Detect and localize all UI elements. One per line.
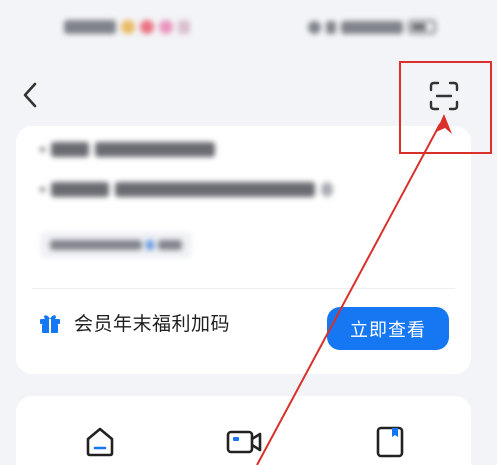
benefit-item: [40, 142, 215, 157]
document-icon: [376, 426, 404, 458]
benefit-item: [40, 182, 333, 197]
back-button[interactable]: [14, 78, 46, 112]
status-bar-indicators: [308, 20, 436, 34]
scan-icon: [429, 81, 459, 111]
status-bar-time: [64, 20, 190, 34]
tool-document[interactable]: [368, 420, 412, 464]
battery-icon: [408, 20, 436, 34]
promo-title: 会员年末福利加码: [74, 313, 231, 335]
promo-row: 会员年末福利加码: [38, 309, 230, 336]
status-bar: [0, 0, 497, 62]
video-camera-icon: [226, 430, 262, 454]
benefit-tag: [40, 232, 192, 258]
gift-icon: [40, 314, 60, 333]
benefits-card: 会员年末福利加码 立即查看: [16, 126, 471, 374]
home-icon: [86, 427, 114, 457]
card-divider: [32, 288, 455, 289]
tools-card: [16, 396, 471, 465]
scan-button[interactable]: [421, 74, 467, 118]
tool-video[interactable]: [222, 420, 266, 464]
tool-home[interactable]: [78, 420, 122, 464]
member-benefits-page: 会员年末福利加码 立即查看: [0, 0, 497, 465]
chevron-left-icon: [23, 82, 37, 108]
view-now-button[interactable]: 立即查看: [327, 307, 449, 350]
